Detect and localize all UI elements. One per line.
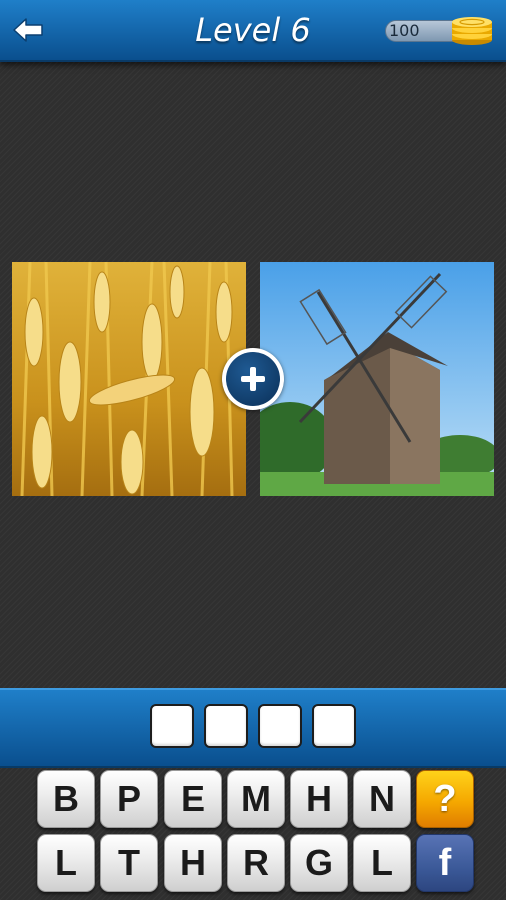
arrow-left-icon xyxy=(13,18,43,42)
letter-key[interactable]: E xyxy=(164,770,222,828)
answer-slots xyxy=(150,704,360,750)
letter-key[interactable]: H xyxy=(290,770,348,828)
facebook-share-button[interactable]: f xyxy=(416,834,474,892)
answer-slot-2[interactable] xyxy=(204,704,248,748)
windmill-image xyxy=(260,262,494,496)
letter-key[interactable]: H xyxy=(164,834,222,892)
wheat-image xyxy=(12,262,246,496)
level-title: Level 6 xyxy=(195,11,311,49)
letter-key[interactable]: M xyxy=(227,770,285,828)
wheat-photo[interactable] xyxy=(12,262,246,496)
letter-key[interactable]: B xyxy=(37,770,95,828)
combine-badge xyxy=(222,348,284,410)
answer-slot-1[interactable] xyxy=(150,704,194,748)
letter-key[interactable]: L xyxy=(37,834,95,892)
windmill-photo[interactable] xyxy=(260,262,494,496)
plus-icon xyxy=(241,367,265,391)
letter-key[interactable]: N xyxy=(353,770,411,828)
letter-key[interactable]: G xyxy=(290,834,348,892)
answer-slot-3[interactable] xyxy=(258,704,302,748)
letter-key[interactable]: L xyxy=(353,834,411,892)
letter-key[interactable]: T xyxy=(100,834,158,892)
answer-slot-4[interactable] xyxy=(312,704,356,748)
coin-count: 100 xyxy=(389,21,420,40)
letter-key[interactable]: R xyxy=(227,834,285,892)
letter-key[interactable]: P xyxy=(100,770,158,828)
hint-button[interactable]: ? xyxy=(416,770,474,828)
coin-stack-icon xyxy=(452,17,492,45)
back-button[interactable] xyxy=(8,13,48,47)
